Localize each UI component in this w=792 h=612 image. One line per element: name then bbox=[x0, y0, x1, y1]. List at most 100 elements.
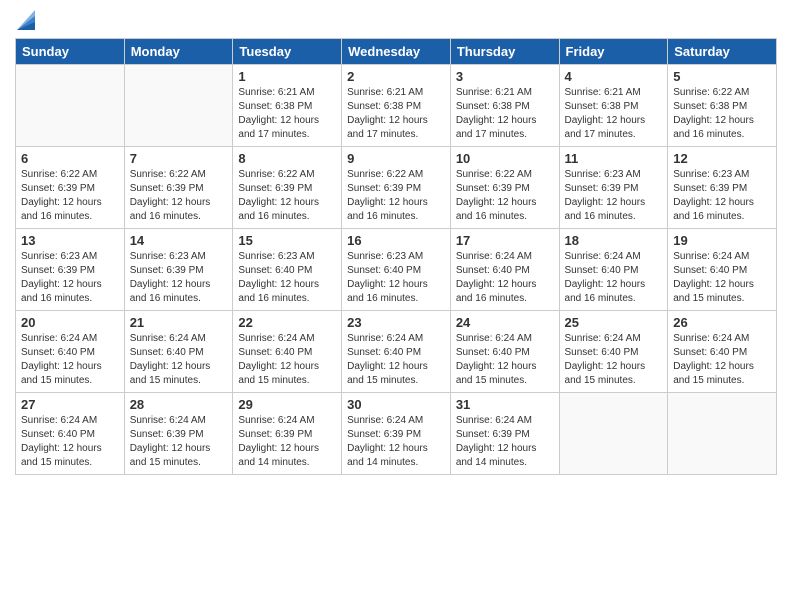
day-number: 6 bbox=[21, 151, 119, 166]
day-info: Sunrise: 6:24 AM Sunset: 6:40 PM Dayligh… bbox=[21, 332, 119, 388]
logo bbox=[15, 10, 35, 30]
column-header-thursday: Thursday bbox=[450, 39, 559, 65]
day-info: Sunrise: 6:22 AM Sunset: 6:39 PM Dayligh… bbox=[456, 168, 554, 224]
day-cell: 13Sunrise: 6:23 AM Sunset: 6:39 PM Dayli… bbox=[16, 229, 125, 311]
day-cell bbox=[16, 65, 125, 147]
day-number: 1 bbox=[238, 69, 336, 84]
day-info: Sunrise: 6:22 AM Sunset: 6:38 PM Dayligh… bbox=[673, 86, 771, 142]
day-cell: 9 Sunrise: 6:22 AM Sunset: 6:39 PM Daylig… bbox=[342, 147, 451, 229]
day-number: 25 bbox=[565, 315, 663, 330]
day-cell: 6 Sunrise: 6:22 AM Sunset: 6:39 PM Daylig… bbox=[16, 147, 125, 229]
day-number: 5 bbox=[673, 69, 771, 84]
logo-icon bbox=[17, 8, 35, 30]
day-info: Sunrise: 6:24 AM Sunset: 6:40 PM Dayligh… bbox=[347, 332, 445, 388]
day-number: 14 bbox=[130, 233, 228, 248]
day-cell: 11Sunrise: 6:23 AM Sunset: 6:39 PM Dayli… bbox=[559, 147, 668, 229]
logo-text bbox=[15, 10, 35, 30]
day-info: Sunrise: 6:23 AM Sunset: 6:39 PM Dayligh… bbox=[673, 168, 771, 224]
day-number: 22 bbox=[238, 315, 336, 330]
day-cell: 19Sunrise: 6:24 AM Sunset: 6:40 PM Dayli… bbox=[668, 229, 777, 311]
day-number: 12 bbox=[673, 151, 771, 166]
day-info: Sunrise: 6:24 AM Sunset: 6:39 PM Dayligh… bbox=[130, 414, 228, 470]
day-cell: 30 Sunrise: 6:24 AM Sunset: 6:39 PM Dayli… bbox=[342, 393, 451, 475]
week-row-1: 1 Sunrise: 6:21 AM Sunset: 6:38 PM Daylig… bbox=[16, 65, 777, 147]
day-info: Sunrise: 6:23 AM Sunset: 6:40 PM Dayligh… bbox=[347, 250, 445, 306]
day-number: 26 bbox=[673, 315, 771, 330]
day-cell: 12 Sunrise: 6:23 AM Sunset: 6:39 PM Dayli… bbox=[668, 147, 777, 229]
day-cell: 23 Sunrise: 6:24 AM Sunset: 6:40 PM Dayli… bbox=[342, 311, 451, 393]
day-cell: 27Sunrise: 6:24 AM Sunset: 6:40 PM Dayli… bbox=[16, 393, 125, 475]
day-number: 15 bbox=[238, 233, 336, 248]
day-cell: 14 Sunrise: 6:23 AM Sunset: 6:39 PM Dayli… bbox=[124, 229, 233, 311]
day-number: 23 bbox=[347, 315, 445, 330]
day-number: 8 bbox=[238, 151, 336, 166]
day-number: 28 bbox=[130, 397, 228, 412]
day-info: Sunrise: 6:21 AM Sunset: 6:38 PM Dayligh… bbox=[565, 86, 663, 142]
day-info: Sunrise: 6:22 AM Sunset: 6:39 PM Dayligh… bbox=[21, 168, 119, 224]
day-number: 18 bbox=[565, 233, 663, 248]
day-cell bbox=[559, 393, 668, 475]
day-cell: 25Sunrise: 6:24 AM Sunset: 6:40 PM Dayli… bbox=[559, 311, 668, 393]
day-cell: 15Sunrise: 6:23 AM Sunset: 6:40 PM Dayli… bbox=[233, 229, 342, 311]
day-info: Sunrise: 6:21 AM Sunset: 6:38 PM Dayligh… bbox=[347, 86, 445, 142]
day-info: Sunrise: 6:21 AM Sunset: 6:38 PM Dayligh… bbox=[456, 86, 554, 142]
day-info: Sunrise: 6:23 AM Sunset: 6:39 PM Dayligh… bbox=[130, 250, 228, 306]
day-cell: 4 Sunrise: 6:21 AM Sunset: 6:38 PM Daylig… bbox=[559, 65, 668, 147]
day-cell: 16 Sunrise: 6:23 AM Sunset: 6:40 PM Dayli… bbox=[342, 229, 451, 311]
day-cell: 28 Sunrise: 6:24 AM Sunset: 6:39 PM Dayli… bbox=[124, 393, 233, 475]
day-cell: 20 Sunrise: 6:24 AM Sunset: 6:40 PM Dayli… bbox=[16, 311, 125, 393]
day-info: Sunrise: 6:24 AM Sunset: 6:39 PM Dayligh… bbox=[238, 414, 336, 470]
day-number: 31 bbox=[456, 397, 554, 412]
day-info: Sunrise: 6:24 AM Sunset: 6:40 PM Dayligh… bbox=[238, 332, 336, 388]
day-cell: 22 Sunrise: 6:24 AM Sunset: 6:40 PM Dayli… bbox=[233, 311, 342, 393]
day-info: Sunrise: 6:22 AM Sunset: 6:39 PM Dayligh… bbox=[238, 168, 336, 224]
day-info: Sunrise: 6:22 AM Sunset: 6:39 PM Dayligh… bbox=[130, 168, 228, 224]
day-cell: 5 Sunrise: 6:22 AM Sunset: 6:38 PM Daylig… bbox=[668, 65, 777, 147]
day-number: 4 bbox=[565, 69, 663, 84]
column-header-saturday: Saturday bbox=[668, 39, 777, 65]
day-cell: 31 Sunrise: 6:24 AM Sunset: 6:39 PM Dayli… bbox=[450, 393, 559, 475]
column-header-sunday: Sunday bbox=[16, 39, 125, 65]
week-row-2: 6 Sunrise: 6:22 AM Sunset: 6:39 PM Daylig… bbox=[16, 147, 777, 229]
day-info: Sunrise: 6:24 AM Sunset: 6:39 PM Dayligh… bbox=[456, 414, 554, 470]
day-cell: 24 Sunrise: 6:24 AM Sunset: 6:40 PM Dayli… bbox=[450, 311, 559, 393]
day-cell: 3 Sunrise: 6:21 AM Sunset: 6:38 PM Daylig… bbox=[450, 65, 559, 147]
day-info: Sunrise: 6:24 AM Sunset: 6:40 PM Dayligh… bbox=[130, 332, 228, 388]
day-info: Sunrise: 6:23 AM Sunset: 6:39 PM Dayligh… bbox=[21, 250, 119, 306]
day-cell bbox=[124, 65, 233, 147]
day-cell: 1 Sunrise: 6:21 AM Sunset: 6:38 PM Daylig… bbox=[233, 65, 342, 147]
column-header-wednesday: Wednesday bbox=[342, 39, 451, 65]
column-header-friday: Friday bbox=[559, 39, 668, 65]
day-info: Sunrise: 6:24 AM Sunset: 6:40 PM Dayligh… bbox=[21, 414, 119, 470]
day-number: 3 bbox=[456, 69, 554, 84]
day-number: 19 bbox=[673, 233, 771, 248]
day-number: 21 bbox=[130, 315, 228, 330]
day-cell: 26Sunrise: 6:24 AM Sunset: 6:40 PM Dayli… bbox=[668, 311, 777, 393]
day-number: 29 bbox=[238, 397, 336, 412]
day-info: Sunrise: 6:24 AM Sunset: 6:40 PM Dayligh… bbox=[456, 332, 554, 388]
week-row-4: 20 Sunrise: 6:24 AM Sunset: 6:40 PM Dayli… bbox=[16, 311, 777, 393]
day-info: Sunrise: 6:24 AM Sunset: 6:39 PM Dayligh… bbox=[347, 414, 445, 470]
week-row-3: 13Sunrise: 6:23 AM Sunset: 6:39 PM Dayli… bbox=[16, 229, 777, 311]
header bbox=[15, 10, 777, 30]
day-info: Sunrise: 6:24 AM Sunset: 6:40 PM Dayligh… bbox=[456, 250, 554, 306]
day-number: 30 bbox=[347, 397, 445, 412]
calendar-table: SundayMondayTuesdayWednesdayThursdayFrid… bbox=[15, 38, 777, 475]
day-info: Sunrise: 6:21 AM Sunset: 6:38 PM Dayligh… bbox=[238, 86, 336, 142]
day-number: 24 bbox=[456, 315, 554, 330]
day-info: Sunrise: 6:24 AM Sunset: 6:40 PM Dayligh… bbox=[565, 250, 663, 306]
day-cell: 10Sunrise: 6:22 AM Sunset: 6:39 PM Dayli… bbox=[450, 147, 559, 229]
page: SundayMondayTuesdayWednesdayThursdayFrid… bbox=[0, 0, 792, 612]
day-cell: 2Sunrise: 6:21 AM Sunset: 6:38 PM Daylig… bbox=[342, 65, 451, 147]
day-cell: 8 Sunrise: 6:22 AM Sunset: 6:39 PM Daylig… bbox=[233, 147, 342, 229]
day-cell: 17 Sunrise: 6:24 AM Sunset: 6:40 PM Dayli… bbox=[450, 229, 559, 311]
day-number: 20 bbox=[21, 315, 119, 330]
day-info: Sunrise: 6:22 AM Sunset: 6:39 PM Dayligh… bbox=[347, 168, 445, 224]
day-number: 16 bbox=[347, 233, 445, 248]
day-number: 17 bbox=[456, 233, 554, 248]
column-header-tuesday: Tuesday bbox=[233, 39, 342, 65]
day-cell: 7 Sunrise: 6:22 AM Sunset: 6:39 PM Daylig… bbox=[124, 147, 233, 229]
day-number: 7 bbox=[130, 151, 228, 166]
day-number: 9 bbox=[347, 151, 445, 166]
day-number: 11 bbox=[565, 151, 663, 166]
